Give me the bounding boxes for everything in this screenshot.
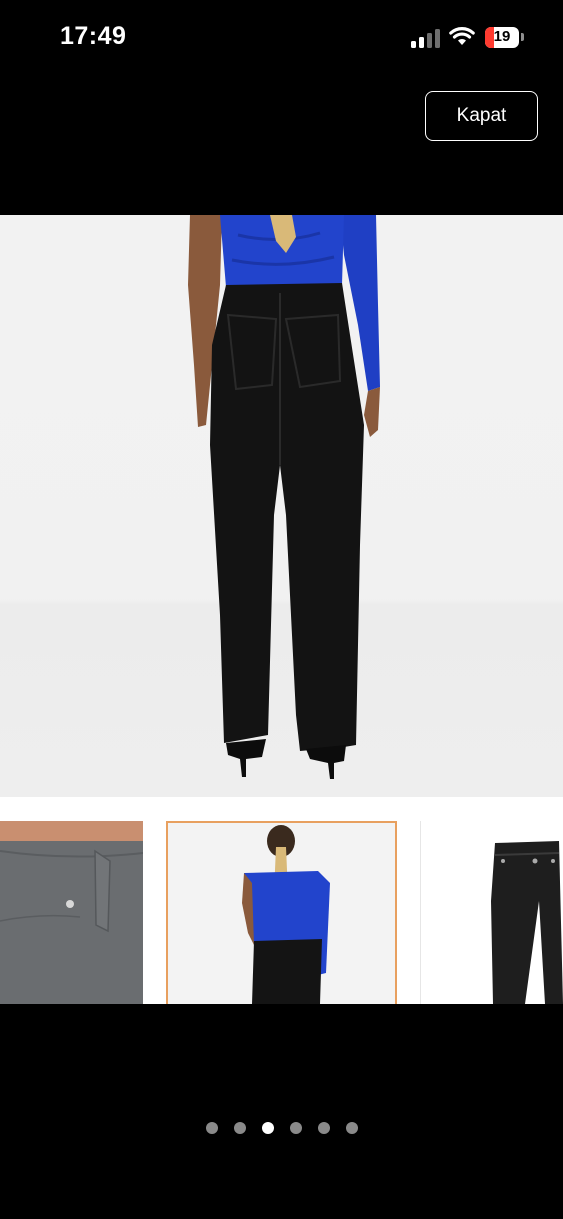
pager-dot-active[interactable] xyxy=(261,1122,274,1134)
status-time: 17:49 xyxy=(60,22,127,50)
thumbnail-strip xyxy=(0,797,563,1004)
battery-icon: 19 xyxy=(485,27,519,48)
product-image-main[interactable] xyxy=(0,215,563,797)
status-bar: 17:49 19 xyxy=(0,0,563,76)
model-back-view-illustration xyxy=(188,215,380,779)
pager-dot[interactable] xyxy=(345,1122,358,1134)
battery-level: 19 xyxy=(493,28,511,45)
image-pager xyxy=(0,1122,563,1136)
pager-dot[interactable] xyxy=(233,1122,246,1134)
thumbnail-jeans-front-view[interactable] xyxy=(420,821,563,1004)
thumbnail-jeans-pocket-closeup[interactable] xyxy=(0,821,143,1004)
wifi-icon xyxy=(449,27,475,45)
pager-dot[interactable] xyxy=(317,1122,330,1134)
thumbnail-model-back-view[interactable] xyxy=(166,821,397,1004)
cellular-signal-icon xyxy=(411,29,441,48)
pager-dot[interactable] xyxy=(289,1122,302,1134)
pager-dot[interactable] xyxy=(205,1122,218,1134)
close-button[interactable]: Kapat xyxy=(425,91,538,141)
